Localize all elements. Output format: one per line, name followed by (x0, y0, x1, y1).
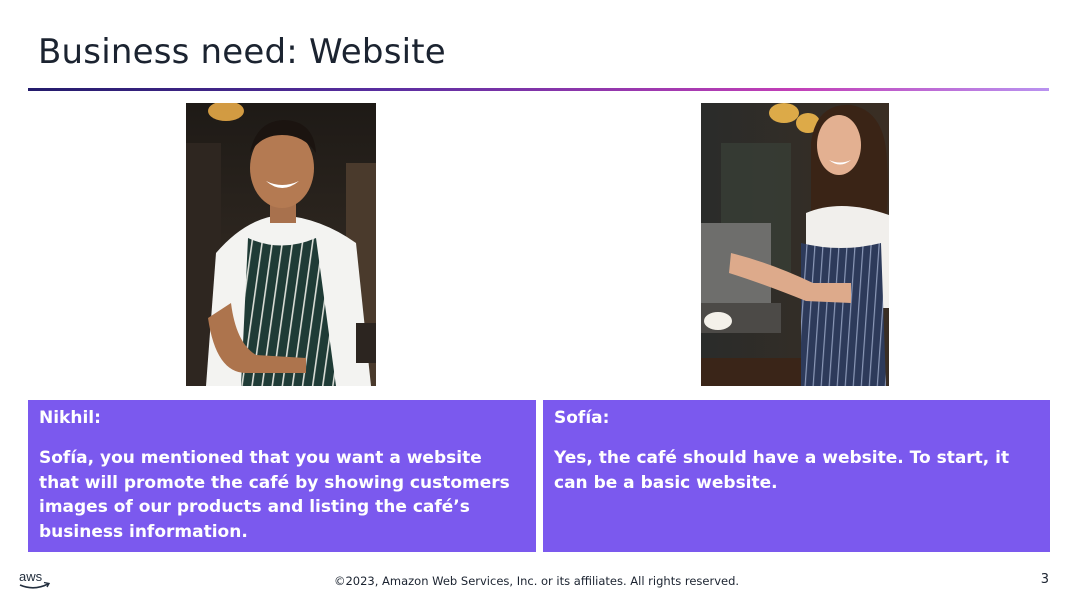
sofia-photo (701, 103, 889, 386)
copyright-footer: ©2023, Amazon Web Services, Inc. or its … (333, 574, 740, 588)
speaker-quote: Yes, the café should have a website. To … (554, 448, 1010, 493)
speaker-name: Sofía: (554, 408, 610, 428)
speaker-name: Nikhil: (39, 408, 101, 428)
title-divider (28, 88, 1049, 91)
slide-title: Business need: Website (38, 32, 446, 72)
page-number: 3 (1040, 572, 1049, 587)
barista-man-illustration (186, 103, 376, 386)
sofia-dialog-card: Sofía: Yes, the café should have a websi… (543, 400, 1050, 552)
speaker-quote: Sofía, you mentioned that you want a web… (39, 448, 510, 542)
barista-woman-illustration (701, 103, 889, 386)
nikhil-photo (186, 103, 376, 386)
nikhil-dialog-card: Nikhil: Sofía, you mentioned that you wa… (28, 400, 536, 552)
